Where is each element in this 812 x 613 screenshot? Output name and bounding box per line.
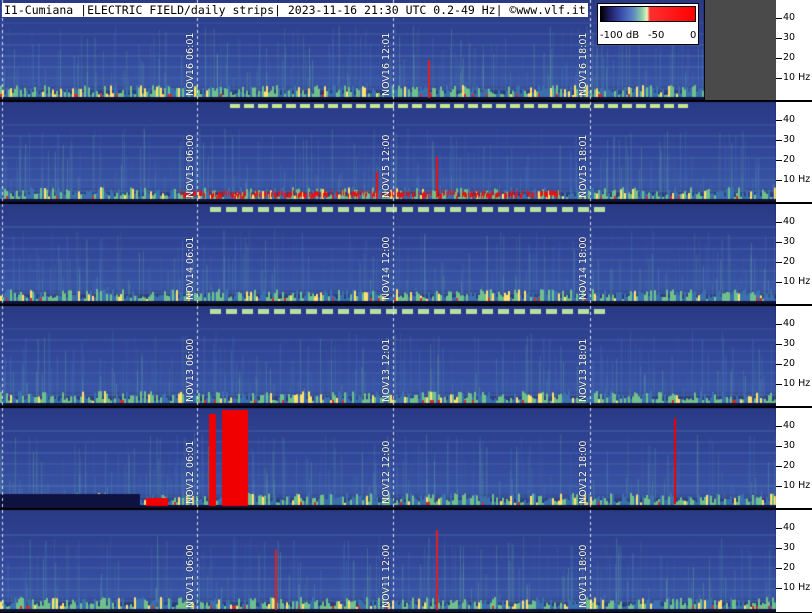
time-label-nov13: NOV13 18:01: [578, 338, 589, 402]
time-label-nov16: NOV16 12:01: [381, 32, 392, 96]
axis-tick: [776, 180, 782, 181]
axis-tick: [776, 38, 782, 39]
axis-tick: [776, 160, 782, 161]
axis-tick-label: 40: [783, 420, 796, 431]
axis-tick: [776, 486, 782, 487]
axis-tick-label: 40: [783, 216, 796, 227]
time-label-nov15: NOV15 18:01: [578, 134, 589, 198]
page-title: I1-Cumiana |ELECTRIC FIELD/daily strips|…: [2, 3, 588, 17]
axis-tick-label: 30: [783, 542, 796, 553]
time-label-nov12: NOV12 18:00: [578, 440, 589, 504]
axis-tick: [776, 548, 782, 549]
axis-tick: [776, 262, 782, 263]
axis-tick-label: 40: [783, 318, 796, 329]
axis-tick: [776, 58, 782, 59]
frequency-axis-nov16: 40 30 20 10 Hz: [776, 0, 812, 100]
frequency-axis-nov12: 40 30 20 10 Hz: [776, 408, 812, 508]
axis-tick-label: 30: [783, 236, 796, 247]
time-label-nov13: NOV13 06:00: [185, 338, 196, 402]
axis-tick: [776, 78, 782, 79]
frequency-axis-nov13: 40 30 20 10 Hz: [776, 306, 812, 406]
time-label-nov15: NOV15 06:00: [185, 134, 196, 198]
axis-tick-label: 30: [783, 134, 796, 145]
time-label-nov13: NOV13 12:01: [381, 338, 392, 402]
axis-tick: [776, 324, 782, 325]
axis-tick: [776, 344, 782, 345]
frequency-axis-nov14: 40 30 20 10 Hz: [776, 204, 812, 304]
axis-tick-label: 20: [783, 52, 796, 63]
axis-tick: [776, 568, 782, 569]
axis-tick: [776, 446, 782, 447]
axis-tick: [776, 18, 782, 19]
axis-tick: [776, 282, 782, 283]
axis-tick-label: 40: [783, 12, 796, 23]
time-label-nov11: NOV11 12:00: [381, 544, 392, 608]
axis-tick: [776, 364, 782, 365]
axis-tick-label: 30: [783, 338, 796, 349]
axis-tick-label: 10 Hz: [783, 276, 811, 287]
axis-tick-label: 10 Hz: [783, 582, 811, 593]
time-label-nov12: NOV12 12:00: [381, 440, 392, 504]
axis-tick-label: 20: [783, 256, 796, 267]
color-scale-max: 0: [690, 30, 697, 41]
axis-tick-label: 40: [783, 114, 796, 125]
axis-tick-label: 10 Hz: [783, 72, 811, 83]
axis-tick-label: 20: [783, 154, 796, 165]
frequency-axis-nov11: 40 30 20 10 Hz: [776, 510, 812, 612]
axis-tick-label: 20: [783, 358, 796, 369]
time-label-nov16: NOV16 18:01: [578, 32, 589, 96]
axis-tick-label: 30: [783, 32, 796, 43]
axis-tick: [776, 588, 782, 589]
axis-tick: [776, 120, 782, 121]
time-label-nov16: NOV16 06:01: [185, 32, 196, 96]
frequency-axis-nov15: 40 30 20 10 Hz: [776, 102, 812, 202]
axis-tick: [776, 466, 782, 467]
time-label-nov14: NOV14 12:00: [381, 236, 392, 300]
unfilled-area: [705, 0, 777, 100]
axis-tick-label: 40: [783, 522, 796, 533]
color-scale-gradient: [600, 6, 696, 22]
axis-tick: [776, 222, 782, 223]
time-label-nov12: NOV12 06:01: [185, 440, 196, 504]
color-scale: -100 dB -50 0: [597, 3, 699, 45]
axis-tick-label: 20: [783, 460, 796, 471]
axis-tick-label: 10 Hz: [783, 174, 811, 185]
axis-tick: [776, 528, 782, 529]
time-label-nov11: NOV11 18:00: [578, 544, 589, 608]
color-scale-min: -100 dB: [600, 30, 640, 41]
axis-tick-label: 30: [783, 440, 796, 451]
axis-tick-label: 10 Hz: [783, 378, 811, 389]
color-scale-mid: -50: [648, 30, 665, 41]
axis-tick: [776, 140, 782, 141]
spectrogram-canvas: [0, 0, 812, 613]
time-label-nov14: NOV14 18:00: [578, 236, 589, 300]
axis-tick: [776, 426, 782, 427]
axis-tick: [776, 242, 782, 243]
time-label-nov15: NOV15 12:00: [381, 134, 392, 198]
axis-tick: [776, 384, 782, 385]
axis-tick-label: 20: [783, 562, 796, 573]
time-label-nov14: NOV14 06:01: [185, 236, 196, 300]
axis-tick-label: 10 Hz: [783, 480, 811, 491]
time-label-nov11: NOV11 06:00: [185, 544, 196, 608]
